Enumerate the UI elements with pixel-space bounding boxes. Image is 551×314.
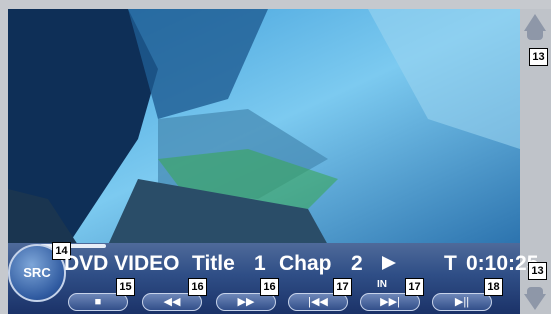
callout-rewind: 16 — [188, 278, 207, 296]
chapter-label: Chap — [279, 252, 332, 275]
callout-scroll-down: 13 — [528, 262, 547, 280]
callout-stop: 15 — [116, 278, 135, 296]
title-label: Title — [192, 252, 235, 275]
in-label: IN — [377, 279, 387, 290]
video-frame-image — [8, 9, 520, 245]
callout-fast-forward: 16 — [260, 278, 279, 296]
title-number: 1 — [254, 252, 266, 275]
play-pause-button[interactable]: ▶|| — [432, 293, 492, 311]
chapter-number: 2 — [351, 252, 363, 275]
callout-scroll-up: 13 — [529, 48, 548, 66]
play-status-icon — [382, 256, 396, 270]
media-mode: DVD VIDEO — [64, 252, 180, 275]
time-label: T — [444, 252, 457, 275]
video-display — [8, 9, 520, 245]
callout-next: 17 — [405, 278, 424, 296]
callout-play-pause: 18 — [484, 278, 503, 296]
scroll-down-arrow-icon[interactable] — [524, 294, 546, 310]
callout-previous: 17 — [333, 278, 352, 296]
scroll-up-arrow-icon[interactable] — [524, 14, 546, 31]
scroll-up-button[interactable] — [527, 31, 543, 40]
